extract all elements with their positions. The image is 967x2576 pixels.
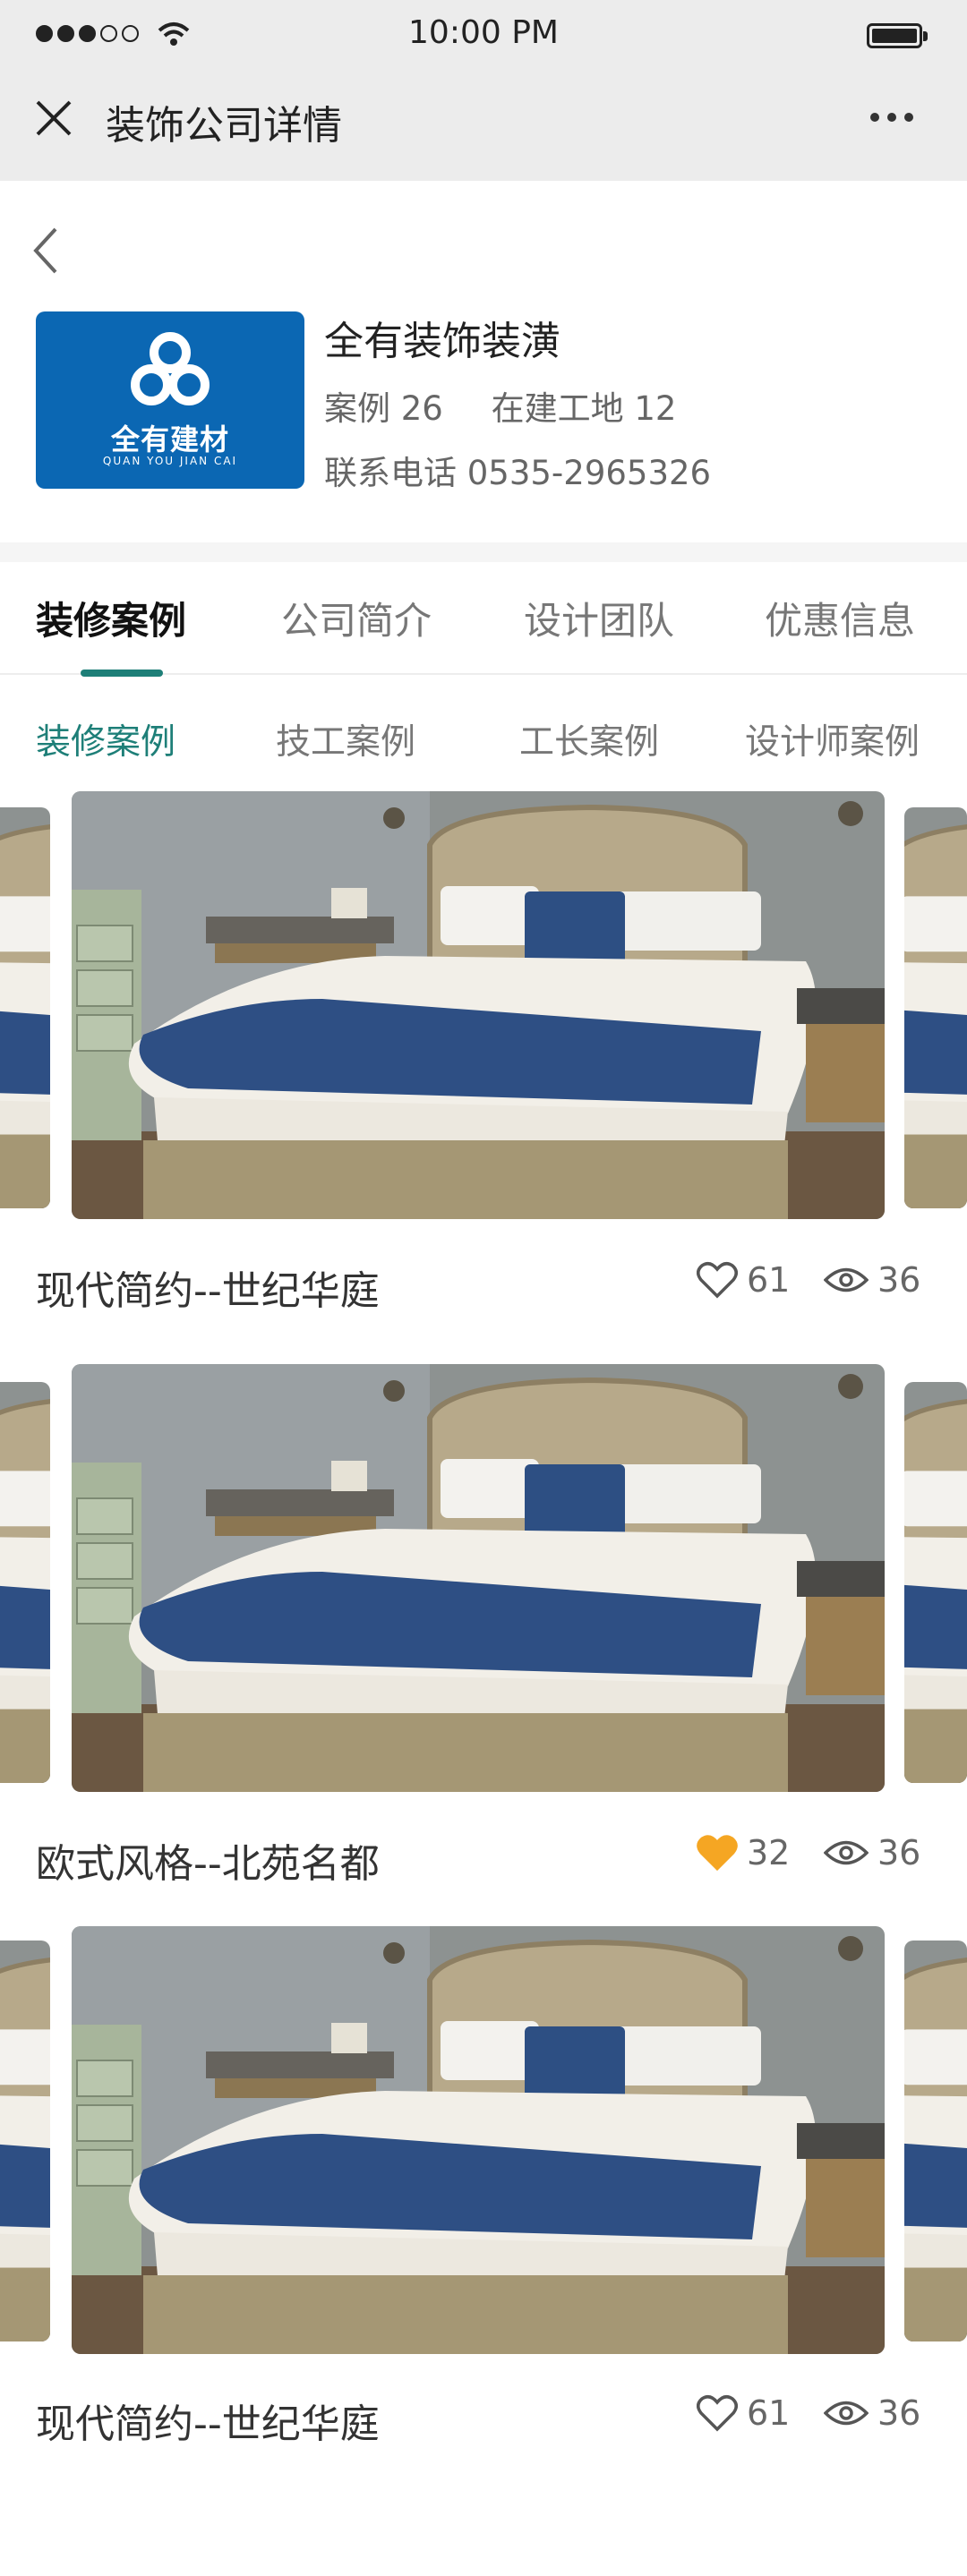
- view-count: 36: [824, 1260, 920, 1300]
- status-time: 10:00 PM: [408, 14, 559, 51]
- case-photo: [904, 807, 967, 1208]
- case-image-next[interactable]: [904, 807, 967, 1208]
- case-photo: [0, 1941, 50, 2341]
- case-image-prev[interactable]: [0, 1941, 50, 2341]
- company-phone[interactable]: 联系电话 0535-2965326: [324, 446, 711, 494]
- subtab-technician-cases[interactable]: 技工案例: [276, 714, 415, 764]
- view-count: 36: [824, 2393, 920, 2433]
- case-image[interactable]: [72, 791, 885, 1219]
- subtab-foreman-cases[interactable]: 工长案例: [519, 714, 659, 764]
- case-photo: [0, 1382, 50, 1783]
- case-photo: [904, 1382, 967, 1783]
- case-image-prev[interactable]: [0, 807, 50, 1208]
- like-count[interactable]: 61: [697, 2393, 790, 2433]
- tab-cases[interactable]: 装修案例: [36, 591, 186, 645]
- case-image-next[interactable]: [904, 1382, 967, 1783]
- tab-design-team[interactable]: 设计团队: [524, 591, 674, 645]
- case-photo: [72, 1926, 885, 2354]
- eye-icon: [824, 1267, 869, 1292]
- battery-icon: [867, 23, 928, 48]
- sites-stat: 在建工地 12: [491, 389, 677, 428]
- view-count: 36: [824, 1833, 920, 1872]
- subtab-designer-cases[interactable]: 设计师案例: [745, 714, 920, 764]
- like-count[interactable]: 32: [697, 1833, 790, 1872]
- eye-icon: [824, 1840, 869, 1865]
- company-stats: 案例 26 在建工地 12: [324, 381, 714, 430]
- page-title: 装饰公司详情: [106, 103, 342, 149]
- heart-icon[interactable]: [697, 1261, 738, 1299]
- cases-stat: 案例 26: [324, 389, 443, 428]
- case-title[interactable]: 现代简约--世纪华庭: [36, 1258, 380, 1316]
- case-photo: [0, 807, 50, 1208]
- subtab-renovation-cases[interactable]: 装修案例: [36, 714, 175, 764]
- tab-company-intro[interactable]: 公司简介: [281, 591, 432, 645]
- logo-text: 全有建材: [110, 422, 229, 456]
- case-photo: [904, 1941, 967, 2341]
- case-photo: [72, 791, 885, 1219]
- case-image[interactable]: [72, 1926, 885, 2354]
- logo-mark-icon: [131, 332, 210, 405]
- case-image-next[interactable]: [904, 1941, 967, 2341]
- logo-subtext: QUAN YOU JIAN CAI: [102, 455, 238, 467]
- more-icon[interactable]: [870, 113, 913, 122]
- eye-icon: [824, 2401, 869, 2426]
- active-tab-indicator: [81, 670, 163, 677]
- main-tabs: 装修案例 公司简介 设计团队 优惠信息: [0, 562, 967, 677]
- case-image[interactable]: [72, 1364, 885, 1792]
- case-title[interactable]: 现代简约--世纪华庭: [36, 2392, 380, 2449]
- heart-filled-icon[interactable]: [697, 1834, 738, 1872]
- mini-program-navbar: 装饰公司详情: [0, 72, 967, 181]
- heart-icon[interactable]: [697, 2394, 738, 2432]
- like-count[interactable]: 61: [697, 1260, 790, 1300]
- section-divider: [0, 542, 967, 562]
- back-icon[interactable]: [29, 224, 64, 277]
- tab-promotions[interactable]: 优惠信息: [765, 591, 915, 645]
- status-bar: 10:00 PM: [0, 0, 967, 72]
- case-title[interactable]: 欧式风格--北苑名都: [36, 1831, 380, 1889]
- company-logo: 全有建材 QUAN YOU JIAN CAI: [36, 311, 304, 489]
- company-name: 全有装饰装潢: [324, 319, 561, 364]
- close-icon[interactable]: [32, 97, 75, 140]
- case-image-prev[interactable]: [0, 1382, 50, 1783]
- case-photo: [72, 1364, 885, 1792]
